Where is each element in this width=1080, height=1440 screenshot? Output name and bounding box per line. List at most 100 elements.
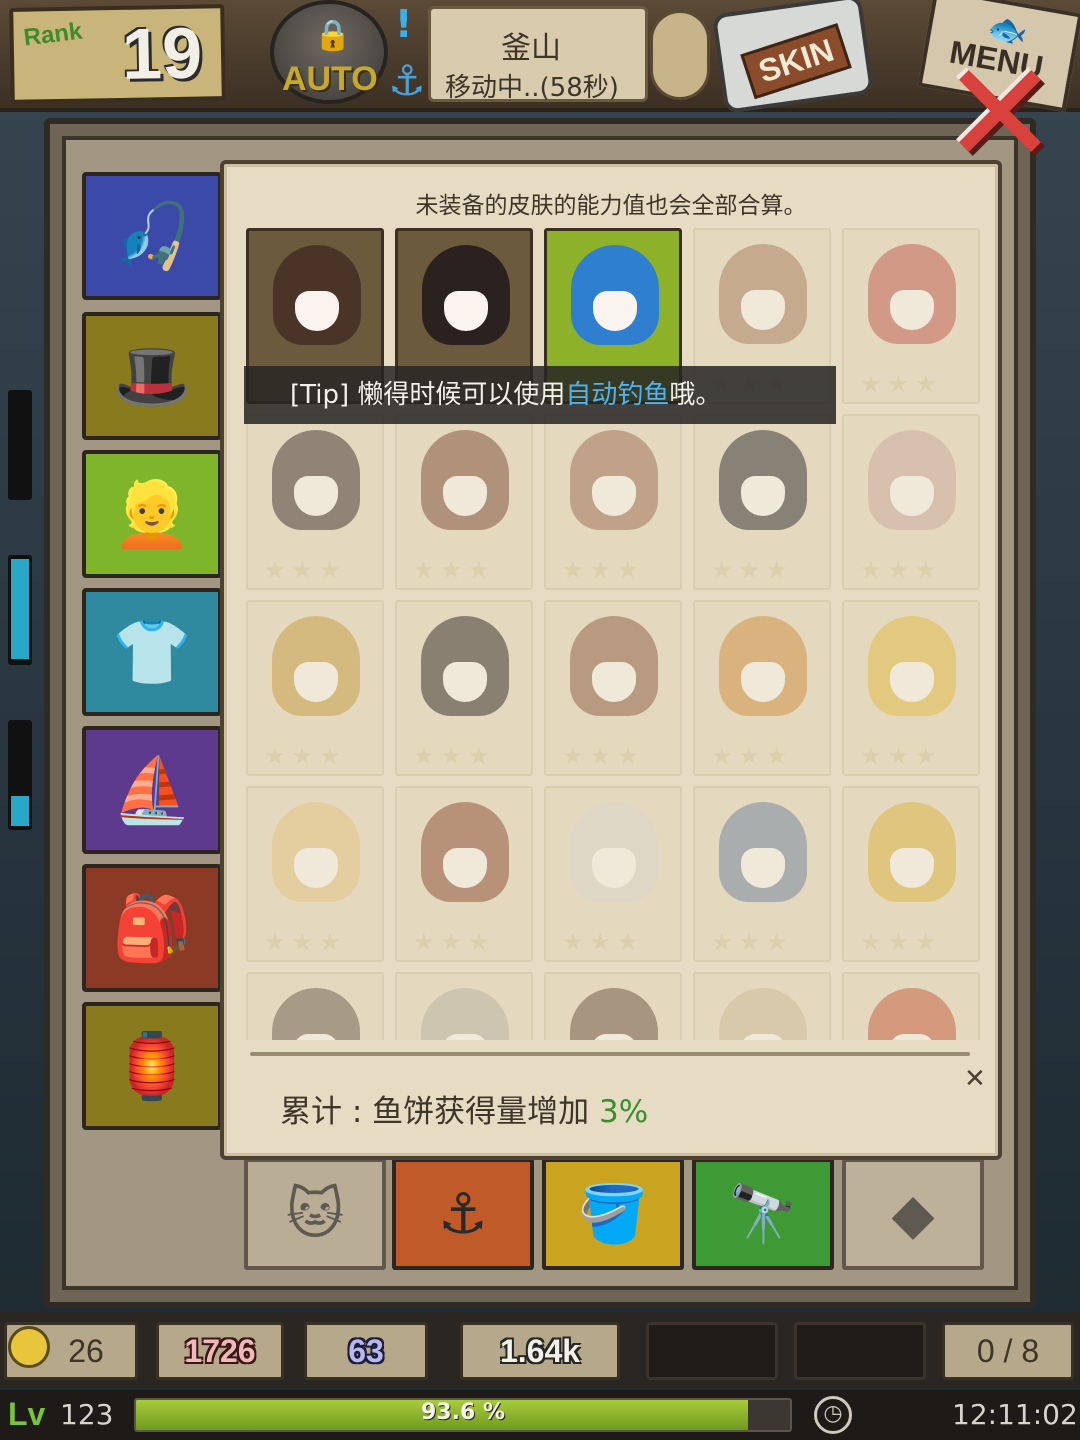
anchor-icon[interactable]: ⚓ xyxy=(388,56,426,105)
hair-style-icon xyxy=(719,988,807,1040)
slot-cat[interactable]: 🐱 xyxy=(244,1158,386,1270)
tip-suffix: 哦。 xyxy=(669,380,722,410)
skin-cell[interactable]: ★★★ xyxy=(693,414,831,590)
hair-style-icon xyxy=(570,430,658,540)
skin-cell[interactable]: ★★★ xyxy=(842,972,980,1040)
rarity-stars: ★★★ xyxy=(860,370,943,398)
tab-hair[interactable]: 👱 xyxy=(82,450,222,578)
map-scroll-icon[interactable] xyxy=(650,10,710,100)
rarity-stars: ★★★ xyxy=(860,556,943,584)
hair-style-icon xyxy=(421,802,509,912)
slot-binoculars[interactable]: 🔭 xyxy=(692,1158,834,1270)
location-panel[interactable]: 釜山 移动中..(58秒) xyxy=(428,6,648,103)
slot-bait-pot[interactable]: 🪣 xyxy=(542,1158,684,1270)
rarity-stars: ★★★ xyxy=(413,742,496,770)
skin-cell[interactable]: ★★★ xyxy=(395,600,533,776)
skin-cell[interactable]: ★★★ xyxy=(246,600,384,776)
tip-bar: [Tip] 懒得时候可以使用自动钓鱼哦。 xyxy=(244,366,836,424)
side-meter-2 xyxy=(8,555,32,665)
skin-cell[interactable]: ★★★ xyxy=(395,414,533,590)
hair-style-icon xyxy=(868,988,956,1040)
status-bar: Lv 123 93.6 % ◷ 12:11:02 xyxy=(0,1390,1080,1440)
panel-header: 未装备的皮肤的能力值也会全部合算。 xyxy=(415,193,807,219)
hair-style-icon xyxy=(868,244,956,354)
hair-style-icon xyxy=(719,430,807,540)
hair-style-icon xyxy=(273,245,361,355)
tab-boat[interactable]: ⛵ xyxy=(82,726,222,854)
clock-icon: ◷ xyxy=(814,1396,852,1434)
coin-icon xyxy=(8,1326,50,1368)
slot-harpoon[interactable]: ⚓ xyxy=(392,1158,534,1270)
clothes-icon: 👕 xyxy=(112,615,192,690)
rarity-stars: ★★★ xyxy=(860,742,943,770)
tab-bag[interactable]: 🎒 xyxy=(82,864,222,992)
skin-cell[interactable]: ★★★ xyxy=(246,786,384,962)
top-bar: Rank 19 🔒 AUTO ! ⚓ 釜山 移动中..(58秒) SKIN 🐟 … xyxy=(0,0,1080,114)
hair-style-icon xyxy=(272,430,360,540)
rarity-stars: ★★★ xyxy=(413,556,496,584)
hair-style-icon xyxy=(868,802,956,912)
hair-style-icon xyxy=(421,616,509,726)
corner-close-icon[interactable]: ✕ xyxy=(964,1064,986,1094)
rarity-stars: ★★★ xyxy=(413,928,496,956)
hair-style-icon xyxy=(272,802,360,912)
skin-cell[interactable]: ★★★ xyxy=(395,972,533,1040)
inventory-counter[interactable]: 0 / 8 xyxy=(942,1322,1074,1380)
resource-bar: 26 1726 63 1.64k 0 / 8 xyxy=(0,1312,1080,1388)
slot-gem[interactable]: ◆ xyxy=(842,1158,984,1270)
tab-clothes[interactable]: 👕 xyxy=(82,588,222,716)
hair-icon: 👱 xyxy=(112,477,192,552)
hair-style-icon xyxy=(571,245,659,355)
tab-fishing-rod[interactable]: 🎣 xyxy=(82,172,222,300)
skin-cell[interactable]: ★★★ xyxy=(693,600,831,776)
rank-label: Rank xyxy=(22,17,84,52)
hair-style-icon xyxy=(272,988,360,1040)
skin-cell[interactable]: ★★★ xyxy=(842,600,980,776)
fish-cake-counter: 1726 xyxy=(156,1322,284,1380)
skin-cell[interactable]: ★★★ xyxy=(246,414,384,590)
tab-lantern[interactable]: 🏮 xyxy=(82,1002,222,1130)
skin-cell[interactable]: ★★★ xyxy=(693,972,831,1040)
inventory-value: 0 / 8 xyxy=(976,1333,1040,1369)
hair-style-icon xyxy=(570,802,658,912)
hair-style-icon xyxy=(272,616,360,726)
hair-style-icon xyxy=(422,245,510,355)
rank-value: 19 xyxy=(121,13,203,95)
hair-style-icon xyxy=(719,616,807,726)
tab-hat[interactable]: 🎩 xyxy=(82,312,222,440)
location-name: 釜山 xyxy=(501,31,561,66)
skin-grid[interactable]: ★★★ ★★★ ★★★ ★★★ ★★★ ★★★ ★★★ ★★★ ★★★ ★★★ ★★★ ★★★ ★★★ ★… xyxy=(246,228,984,1040)
location-status: 移动中..(58秒) xyxy=(445,73,619,103)
empty-slot-2[interactable] xyxy=(794,1322,926,1380)
skin-cell[interactable]: ★★★ xyxy=(544,600,682,776)
fish-cake-value: 1726 xyxy=(184,1333,256,1369)
tip-prefix: [Tip] 懒得时候可以使用 xyxy=(290,380,566,410)
side-meter-3 xyxy=(8,720,32,830)
empty-slot-1[interactable] xyxy=(646,1322,778,1380)
hair-style-icon xyxy=(868,616,956,726)
alert-icon[interactable]: ! xyxy=(395,2,412,46)
skin-cell[interactable]: ★★★ xyxy=(842,786,980,962)
skin-cell[interactable]: ★★★ xyxy=(842,414,980,590)
skin-cell[interactable]: ★★★ xyxy=(246,972,384,1040)
rarity-stars: ★★★ xyxy=(711,928,794,956)
skin-cell[interactable]: ★★★ xyxy=(395,786,533,962)
skin-cell[interactable]: ★★★ xyxy=(544,786,682,962)
skin-cell[interactable]: ★★★ xyxy=(693,786,831,962)
skin-cell[interactable]: ★★★ xyxy=(842,228,980,404)
bonus-value: 3% xyxy=(599,1094,649,1130)
skin-cell[interactable]: ★★★ xyxy=(544,414,682,590)
skin-button[interactable]: SKIN xyxy=(711,0,875,114)
panel-divider xyxy=(250,1052,970,1056)
auto-label: AUTO xyxy=(282,60,378,98)
binoculars-icon: 🔭 xyxy=(728,1182,798,1247)
level-icon: Lv xyxy=(8,1396,46,1432)
skin-cell[interactable]: ★★★ xyxy=(544,972,682,1040)
lock-icon: 🔒 xyxy=(314,18,352,53)
close-icon[interactable]: ✕ xyxy=(930,45,1070,185)
auto-fishing-button[interactable]: 🔒 AUTO xyxy=(270,0,388,104)
rarity-stars: ★★★ xyxy=(860,928,943,956)
cat-icon: 🐱 xyxy=(285,1181,345,1247)
tip-link-auto-fishing[interactable]: 自动钓鱼 xyxy=(565,380,669,410)
hat-icon: 🎩 xyxy=(112,339,192,414)
